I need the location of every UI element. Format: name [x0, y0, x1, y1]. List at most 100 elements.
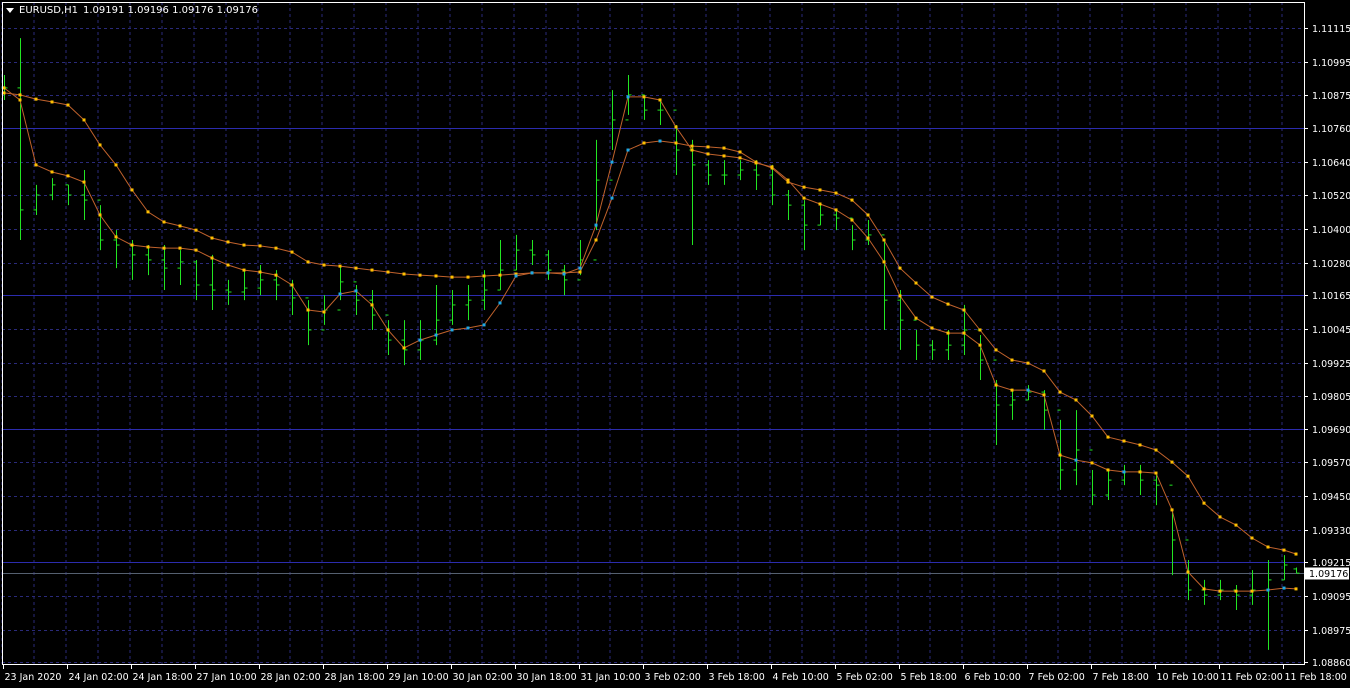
ohlc-bar	[721, 160, 728, 185]
indicator-dot	[18, 93, 22, 97]
indicator-dot	[130, 243, 134, 247]
indicator-dot	[946, 302, 950, 306]
time-tick-label: 30 Jan 18:00	[517, 672, 577, 683]
price-tick-label: 1.09570	[1312, 458, 1350, 469]
ohlc-bar	[401, 320, 408, 366]
indicator-dot	[706, 145, 710, 149]
indicator-dot	[930, 295, 934, 299]
indicator-dot	[306, 308, 310, 312]
indicator-dot	[994, 383, 998, 387]
indicator-dot	[1154, 471, 1158, 475]
ohlc-bar	[785, 189, 792, 221]
indicator-dot	[306, 260, 310, 264]
indicator-dot	[914, 281, 918, 285]
price-tick-label: 1.08975	[1312, 626, 1350, 637]
time-tick-label: 30 Jan 02:00	[453, 672, 513, 683]
indicator-dot	[114, 235, 118, 239]
time-axis[interactable]: 23 Jan 2020 24 Jan 02:00 24 Jan 18:00 27 Ja…	[3, 664, 1347, 683]
ohlc-bar	[17, 38, 24, 240]
indicator-dot	[1058, 390, 1062, 394]
indicator-dot	[1010, 358, 1014, 362]
indicator-dot	[466, 326, 470, 330]
indicator-dot	[802, 185, 806, 189]
indicator-dot	[818, 188, 822, 192]
indicator-dot	[738, 156, 742, 160]
indicator-dot	[258, 244, 262, 248]
indicator-dot	[178, 224, 182, 228]
indicator-dot	[450, 328, 454, 332]
indicator-dot	[1282, 548, 1286, 552]
price-tick-label: 1.10400	[1312, 225, 1350, 236]
price-axis[interactable]: 1.11115 1.10995 1.10875 1.10760 1.10640 1.105…	[1304, 24, 1350, 669]
time-tick-label: 3 Feb 02:00	[645, 672, 701, 683]
indicator-dot	[866, 236, 870, 240]
indicator-dot	[962, 331, 966, 335]
ohlc-bar	[513, 234, 520, 271]
indicator-dot	[290, 250, 294, 254]
indicator-dot	[114, 163, 118, 167]
time-tick-label: 29 Jan 10:00	[389, 672, 449, 683]
ohlc-bar	[305, 297, 312, 346]
grid	[1, 2, 1304, 664]
indicator-dot	[1106, 435, 1110, 439]
indicator-dot	[50, 100, 54, 104]
indicator-dot	[578, 270, 582, 274]
ohlc-bar	[993, 359, 1000, 445]
indicator-dot	[994, 348, 998, 352]
indicator-dot	[1026, 388, 1030, 392]
indicator-dot	[1058, 453, 1062, 457]
indicator-dot	[450, 275, 454, 279]
indicator-dot	[1122, 439, 1126, 443]
ohlc-bar	[465, 284, 472, 321]
time-tick-label: 27 Jan 10:00	[197, 672, 257, 683]
ohlc-bar	[337, 265, 344, 311]
indicator-dot	[1282, 586, 1286, 590]
time-tick-label: 7 Feb 02:00	[1029, 672, 1085, 683]
indicator-dot	[258, 270, 262, 274]
ohlc-bar	[145, 245, 152, 276]
ohlc-bar	[977, 329, 984, 381]
time-tick-label: 6 Feb 10:00	[965, 672, 1021, 683]
chart-frame	[2, 2, 1305, 665]
indicator-dot	[754, 161, 758, 165]
indicator-dot	[578, 266, 582, 270]
indicator-dot	[226, 240, 230, 244]
indicator-dot	[1218, 515, 1222, 519]
price-chart[interactable]: 1.11115 1.10995 1.10875 1.10760 1.10640 1.105…	[0, 0, 1350, 688]
time-tick-label: 24 Jan 02:00	[69, 672, 129, 683]
indicator-dot	[1266, 588, 1270, 592]
indicator-dot	[1122, 470, 1126, 474]
ohlc-bar	[1201, 579, 1208, 605]
time-tick-label: 7 Feb 18:00	[1093, 672, 1149, 683]
indicator-dot	[1090, 461, 1094, 465]
symbol-label: EURUSD,H1	[19, 4, 79, 16]
time-tick-label: 24 Jan 18:00	[133, 672, 193, 683]
indicator-dot	[658, 139, 662, 143]
indicator-dot	[194, 228, 198, 232]
indicator-dot	[434, 333, 438, 337]
indicator-dot	[1170, 508, 1174, 512]
indicator-dot	[1154, 448, 1158, 452]
indicator-dot	[242, 243, 246, 247]
ohlc-bar	[177, 250, 184, 285]
ohlc-bar	[1009, 390, 1016, 420]
indicator-dot	[802, 196, 806, 200]
indicator-dot	[1294, 587, 1298, 591]
indicator-dot	[930, 326, 934, 330]
price-tick-label: 1.09330	[1312, 526, 1350, 537]
triangle-down-icon[interactable]	[6, 7, 14, 13]
indicator-dot	[274, 273, 278, 277]
ohlc-bar	[1249, 570, 1256, 605]
indicator-dot	[978, 328, 982, 332]
indicator-dot	[370, 303, 374, 307]
price-tick-label: 1.10045	[1312, 325, 1350, 336]
indicator-dot	[1170, 460, 1174, 464]
indicator-dot	[1074, 458, 1078, 462]
indicator-dot	[722, 146, 726, 150]
indicator-dot	[162, 220, 166, 224]
indicator-dot	[1090, 414, 1094, 418]
indicator-dot	[722, 154, 726, 158]
indicator-dot	[1234, 589, 1238, 593]
indicator-dot	[1106, 468, 1110, 472]
indicator-dot	[1250, 589, 1254, 593]
